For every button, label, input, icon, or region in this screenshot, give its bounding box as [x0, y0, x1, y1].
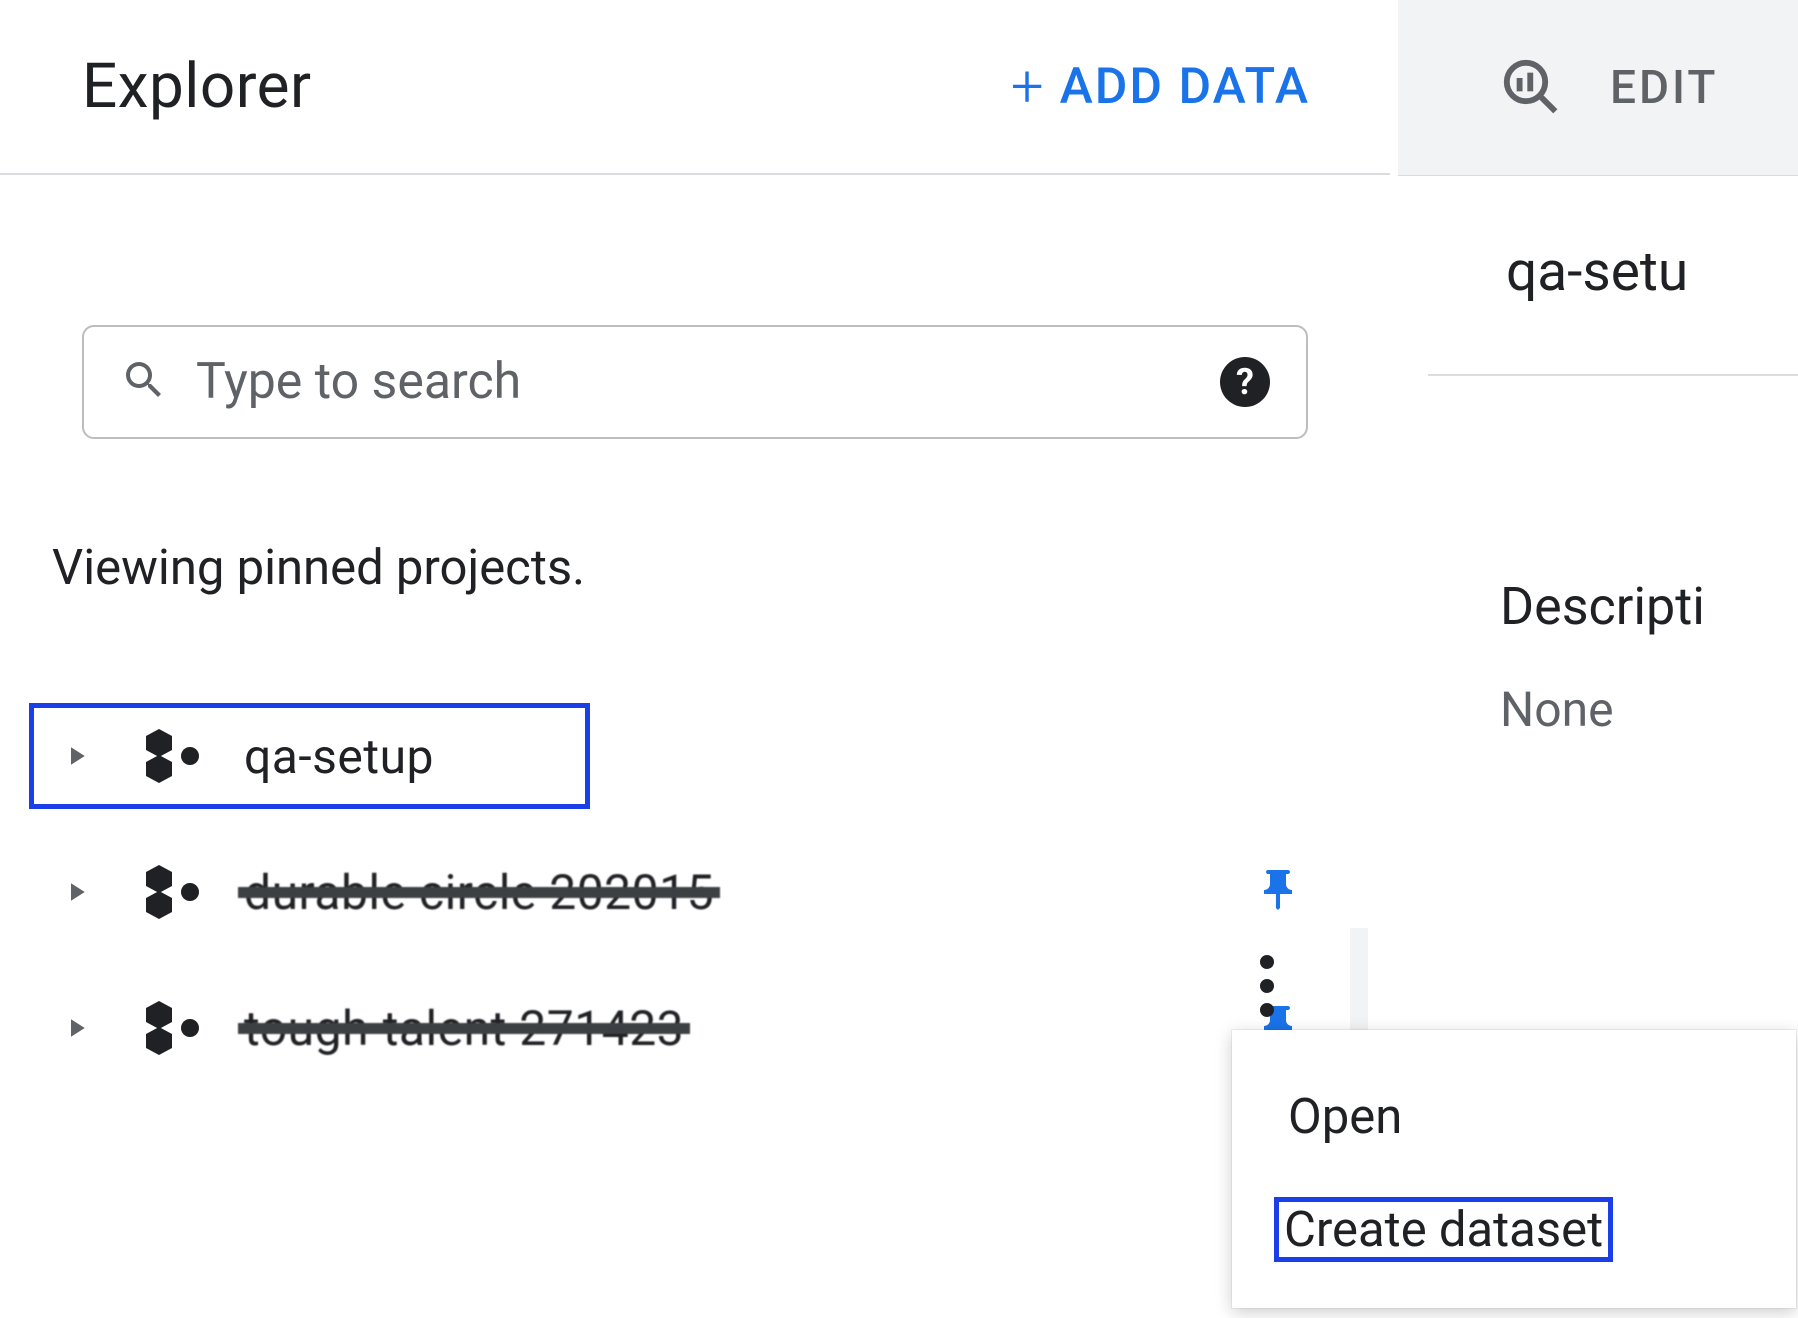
- description-label: Descripti: [1398, 376, 1798, 637]
- tree-label-redacted: durable circle 202015: [244, 864, 714, 921]
- context-menu: Open Create dataset: [1232, 1030, 1796, 1308]
- add-data-label: ADD DATA: [1060, 58, 1310, 116]
- chevron-right-icon[interactable]: [56, 877, 96, 907]
- project-tree: qa-setup durable circle 202015: [0, 596, 1390, 1078]
- more-vert-icon[interactable]: [1260, 955, 1274, 1017]
- pinned-projects-text: Viewing pinned projects.: [0, 439, 1390, 596]
- project-icon: [146, 865, 214, 919]
- menu-item-create-dataset[interactable]: Create dataset: [1274, 1197, 1613, 1262]
- detail-toolbar: EDIT: [1398, 0, 1798, 176]
- tree-row[interactable]: durable circle 202015: [32, 842, 1362, 942]
- query-icon[interactable]: [1498, 54, 1562, 122]
- add-data-button[interactable]: + ADD DATA: [1011, 58, 1310, 116]
- tree-label: qa-setup: [244, 728, 434, 785]
- explorer-panel: Explorer + ADD DATA ? Viewing pinned pro…: [0, 0, 1390, 1318]
- project-icon: [146, 729, 214, 783]
- description-value: None: [1398, 637, 1798, 738]
- tree-row[interactable]: tough-talent 271423: [32, 978, 1362, 1078]
- toolbar-edit-label[interactable]: EDIT: [1610, 61, 1718, 115]
- explorer-header: Explorer + ADD DATA: [0, 0, 1390, 175]
- chevron-right-icon[interactable]: [56, 741, 96, 771]
- plus-icon: +: [1011, 58, 1046, 116]
- explorer-title: Explorer: [82, 50, 312, 123]
- search-container: ?: [0, 175, 1390, 439]
- tree-row-qa-setup[interactable]: qa-setup: [32, 706, 587, 806]
- detail-title: qa-setu: [1398, 176, 1798, 304]
- chevron-right-icon[interactable]: [56, 1013, 96, 1043]
- row-actions: [1254, 862, 1302, 922]
- search-box[interactable]: ?: [82, 325, 1308, 439]
- help-icon[interactable]: ?: [1220, 357, 1270, 407]
- search-icon: [120, 356, 168, 408]
- tree-label-redacted: tough-talent 271423: [244, 1000, 684, 1057]
- menu-item-open[interactable]: Open: [1232, 1066, 1796, 1167]
- pin-icon[interactable]: [1254, 862, 1302, 922]
- project-icon: [146, 1001, 214, 1055]
- search-input[interactable]: [196, 353, 1192, 411]
